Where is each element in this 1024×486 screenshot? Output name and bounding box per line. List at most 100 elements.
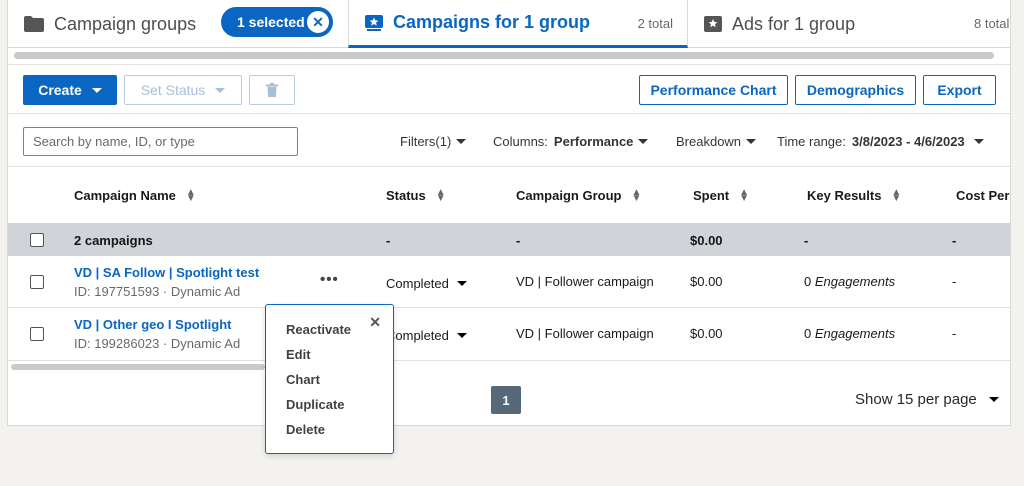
menu-item-delete[interactable]: Delete [286,422,325,437]
header-status[interactable]: Status ▲ ▼ [386,187,446,203]
tab-campaign-groups-label: Campaign groups [54,13,197,34]
key-results-count: 0 [804,326,812,341]
folder-icon [24,16,44,32]
campaign-group-value: VD | Follower campaign [516,274,654,289]
chevron-down-icon [988,397,999,402]
header-spent[interactable]: Spent ▲ ▼ [693,186,750,204]
menu-item-chart[interactable]: Chart [286,372,320,387]
toolbar: Create Set Status Performance Chart Demo… [8,64,1010,114]
search-input[interactable] [23,127,298,156]
divider [8,360,1010,361]
total-status: - [386,233,391,248]
trash-icon [266,83,278,97]
create-button[interactable]: Create [23,75,117,105]
columns-label: Columns: [493,134,548,149]
header-campaign-group[interactable]: Campaign Group ▲ ▼ [516,186,642,204]
ad-icon [704,16,722,32]
more-actions-icon[interactable]: ••• [320,271,339,288]
header-label: Campaign Name [74,188,176,203]
page-button-current[interactable]: 1 [491,386,521,414]
menu-item-duplicate[interactable]: Duplicate [286,397,345,412]
chevron-down-icon [456,139,467,144]
tab-campaign-groups[interactable]: Campaign groups [24,0,196,48]
breakdown-dropdown[interactable]: Breakdown [676,134,757,149]
campaign-meta: ID: 197751593 · Dynamic Ad [74,284,241,299]
campaign-icon [365,14,383,31]
delete-button[interactable] [249,75,295,105]
create-button-label: Create [38,82,82,98]
header-key-results[interactable]: Key Results ▲ ▼ [807,186,902,204]
key-results-type: Engagements [814,274,896,289]
chevron-down-icon [456,333,467,338]
time-range-dropdown[interactable]: Time range: 3/8/2023 - 4/6/2023 [777,134,984,149]
cost-per-value: - [952,326,957,341]
clear-selection-icon[interactable]: ✕ [307,11,329,33]
time-range-value: 3/8/2023 - 4/6/2023 [851,134,965,149]
key-results-count: 0 [804,274,812,289]
status-value: Completed [386,328,449,343]
tab-campaigns[interactable]: Campaigns for 1 group 2 total [348,0,688,48]
chevron-down-icon [638,139,649,144]
total-cost-per: - [952,233,957,248]
row-actions-menu: ✕ Reactivate Edit Chart Duplicate Delete [265,304,394,454]
demographics-label: Demographics [806,82,905,98]
status-dropdown[interactable]: Completed [386,328,467,343]
campaign-meta: ID: 199286023 · Dynamic Ad [74,336,241,351]
export-button[interactable]: Export [923,75,996,105]
row-checkbox[interactable] [30,327,44,341]
tabs-scrollbar[interactable] [14,52,994,59]
status-dropdown[interactable]: Completed [386,276,467,291]
menu-item-edit[interactable]: Edit [286,347,311,362]
set-status-label: Set Status [140,82,206,98]
chevron-down-icon [91,87,102,93]
demographics-button[interactable]: Demographics [795,75,916,105]
status-value: Completed [386,276,449,291]
tab-bar: Campaign groups 1 selected ✕ Campaigns f… [8,0,1010,48]
cost-per-value: - [952,274,957,289]
select-all-checkbox[interactable] [30,233,44,247]
campaign-name-link[interactable]: VD | SA Follow | Spotlight test [74,265,259,280]
tab-campaigns-label: Campaigns for 1 group [393,12,591,32]
header-cost-per[interactable]: Cost Per [956,188,1009,203]
ads-count: 8 total [974,16,1010,31]
columns-value: Performance [553,134,634,149]
sort-icon: ▲ ▼ [739,186,750,204]
time-range-label: Time range: [777,134,846,149]
selected-filter-pill[interactable]: 1 selected ✕ [221,7,333,37]
header-campaign-name[interactable]: Campaign Name ▲ ▼ [74,186,196,204]
performance-chart-label: Performance Chart [650,82,777,98]
chevron-down-icon [973,139,984,144]
campaigns-count: 2 total [637,16,673,31]
table-total-row: 2 campaigns - - $0.00 - - [8,223,1010,256]
header-label: Campaign Group [516,188,622,203]
set-status-button[interactable]: Set Status [124,75,242,105]
export-label: Export [937,82,982,98]
table-header: Campaign Name ▲ ▼ Status ▲ ▼ Campaign Grou… [8,167,1010,223]
table-scrollbar[interactable] [11,364,265,370]
header-label: Spent [693,188,730,203]
menu-item-reactivate[interactable]: Reactivate [286,322,351,337]
columns-dropdown[interactable]: Columns: Performance [493,134,649,149]
campaign-group-value: VD | Follower campaign [516,326,654,341]
sort-icon: ▲ ▼ [891,186,902,204]
table-row: VD | Other geo I Spotlight ID: 199286023… [8,308,1010,360]
filter-bar: Filters(1) Columns: Performance Breakdow… [8,114,1010,167]
row-checkbox[interactable] [30,275,44,289]
sort-icon: ▲ ▼ [185,186,196,204]
sort-icon: ▲ ▼ [631,186,642,204]
chevron-down-icon [746,139,757,144]
header-label: Cost Per [956,188,1010,203]
campaign-name-link[interactable]: VD | Other geo I Spotlight [74,317,231,332]
total-spent: $0.00 [690,233,723,248]
tab-ads[interactable]: Ads for 1 group [704,0,855,48]
breakdown-label: Breakdown [676,134,742,149]
spent-value: $0.00 [690,274,723,289]
close-icon[interactable]: ✕ [369,314,381,331]
performance-chart-button[interactable]: Performance Chart [639,75,788,105]
spent-value: $0.00 [690,326,723,341]
per-page-dropdown[interactable]: Show 15 per page [855,391,999,408]
total-name: 2 campaigns [74,233,153,248]
campaign-manager-panel: Campaign groups 1 selected ✕ Campaigns f… [7,0,1011,426]
chevron-down-icon [456,281,467,286]
filters-dropdown[interactable]: Filters(1) [400,134,467,149]
